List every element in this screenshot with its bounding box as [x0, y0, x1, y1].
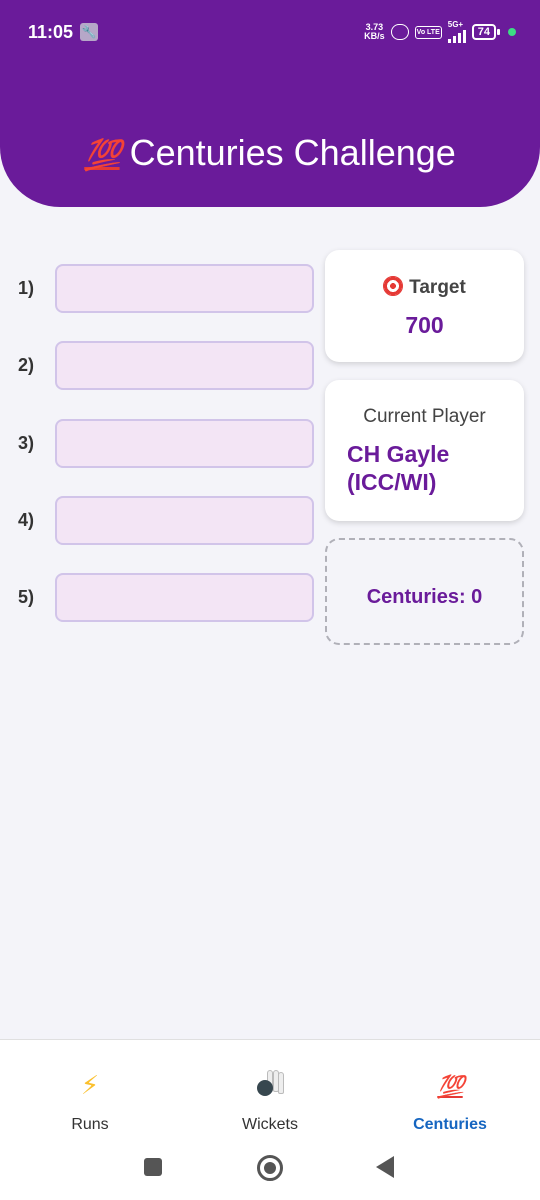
battery-icon: 74 — [471, 24, 501, 40]
bottom-nav: ⚡ Runs Wickets 💯 Centuries — [0, 1039, 540, 1144]
lightning-icon: ⚡ — [80, 1070, 100, 1100]
input-row-label: 4) — [18, 510, 35, 530]
nav-item-runs[interactable]: ⚡ Runs — [0, 1040, 180, 1145]
input-row-1: 1) — [0, 264, 320, 314]
hundred-glyph: 💯 — [437, 1074, 464, 1099]
target-label: Target — [325, 276, 524, 299]
volte-icon: Vo LTE — [414, 25, 442, 39]
current-player-label: Current Player — [363, 406, 486, 427]
back-icon[interactable] — [376, 1156, 394, 1178]
input-row-5: 5) — [0, 573, 320, 623]
input-row-label: 1) — [18, 278, 35, 298]
current-player-name: CH Gayle (ICC/WI) — [347, 441, 450, 495]
player-input-4[interactable] — [55, 496, 314, 545]
input-row-3: 3) — [0, 419, 320, 469]
target-value: 700 — [405, 312, 444, 338]
input-row-label: 2) — [18, 355, 35, 375]
input-row-label: 3) — [18, 433, 35, 453]
input-row-2: 2) — [0, 341, 320, 391]
status-time: 11:05 — [28, 22, 74, 42]
player-input-5[interactable] — [55, 573, 314, 622]
nav-item-wickets[interactable]: Wickets — [180, 1040, 360, 1145]
home-icon[interactable] — [257, 1155, 283, 1181]
player-input-1[interactable] — [55, 264, 314, 313]
nav-label-wickets: Wickets — [242, 1116, 298, 1133]
privacy-dot-icon — [508, 28, 516, 36]
signal-icon: 5G+ — [447, 20, 466, 43]
status-indicators: 3.73 KB/s Vo LTE 5G+ 74 — [364, 21, 516, 43]
input-row-label: 5) — [18, 587, 35, 607]
recents-icon[interactable] — [144, 1158, 162, 1176]
centuries-counter: Centuries: 0 — [325, 538, 524, 645]
hundred-icon: 💯 — [360, 1070, 540, 1102]
speed-unit: KB/s — [364, 31, 385, 41]
app-header: 11:05 🔧 3.73 KB/s Vo LTE 5G+ 74 💯 Centuri… — [0, 0, 540, 207]
wrench-icon: 🔧 — [80, 23, 98, 41]
target-card: Target 700 — [325, 250, 524, 362]
network-type: 5G+ — [447, 20, 464, 29]
page-title-text: Centuries Challenge — [129, 132, 456, 173]
player-input-3[interactable] — [55, 419, 314, 468]
nav-label-runs: Runs — [71, 1116, 109, 1133]
nav-item-centuries[interactable]: 💯 Centuries — [360, 1040, 540, 1145]
system-nav-bar — [0, 1144, 540, 1200]
status-bar: 11:05 🔧 3.73 KB/s Vo LTE 5G+ 74 — [0, 0, 540, 64]
target-icon — [383, 276, 404, 296]
target-label-text: Target — [409, 277, 466, 298]
input-row-4: 4) — [0, 496, 320, 546]
hundred-icon: 💯 — [84, 139, 121, 172]
current-player-card: Current Player CH Gayle (ICC/WI) — [325, 380, 524, 521]
page-title: 💯 Centuries Challenge — [0, 132, 540, 174]
centuries-count: Centuries: 0 — [366, 586, 483, 608]
network-speed: 3.73 KB/s — [364, 23, 385, 41]
bowling-icon — [180, 1070, 360, 1102]
link-icon — [390, 24, 409, 40]
player-input-2[interactable] — [55, 341, 314, 390]
nav-label-centuries: Centuries — [413, 1116, 487, 1133]
